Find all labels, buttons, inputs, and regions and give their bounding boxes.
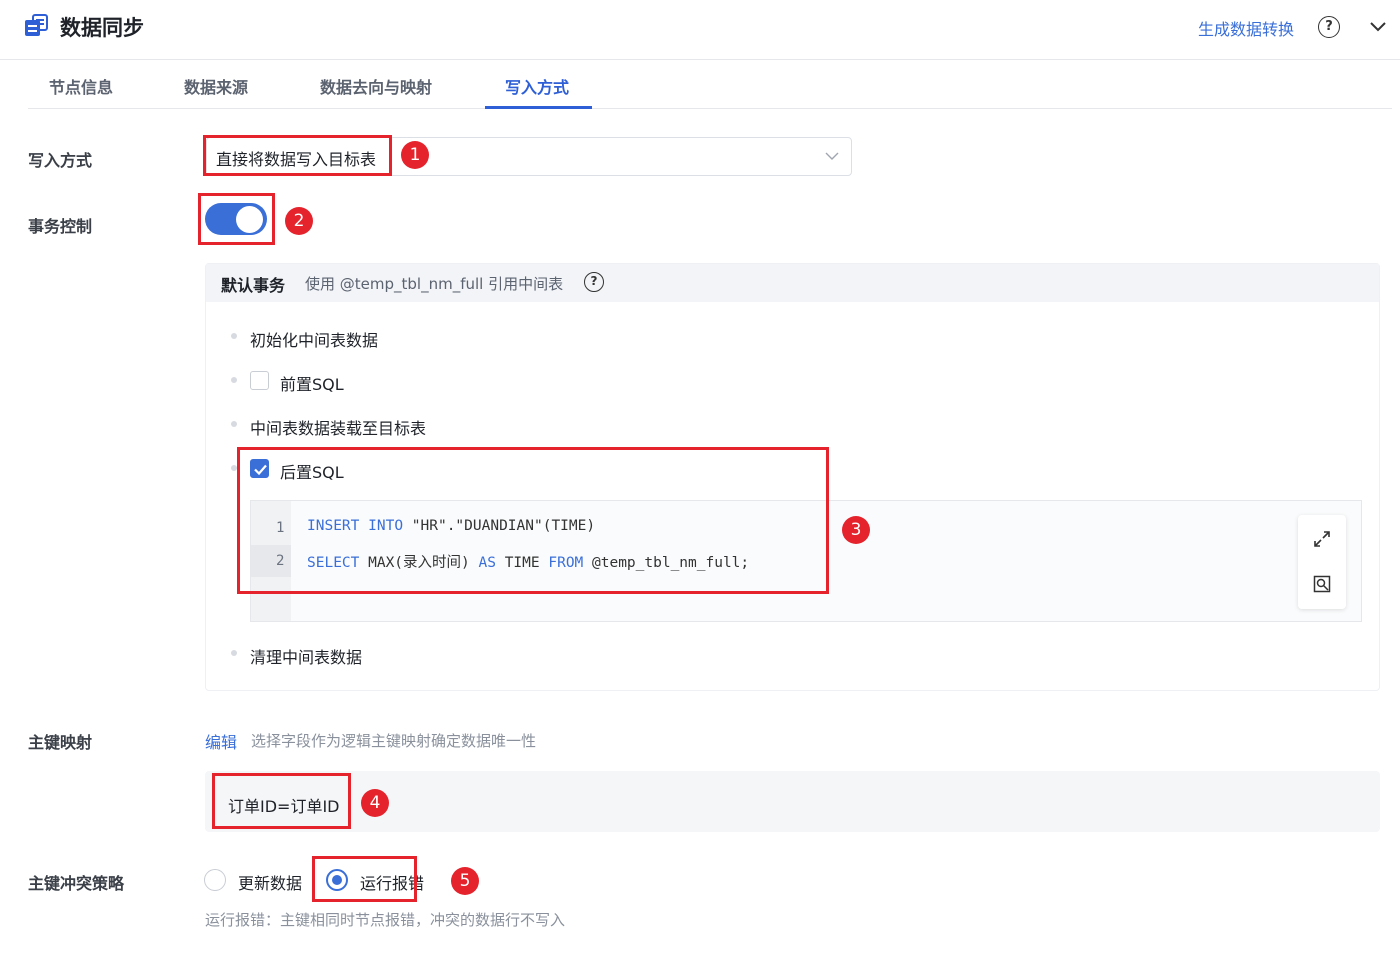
pk-conflict-label: 主键冲突策略 — [28, 874, 125, 893]
help-icon[interactable]: ? — [1318, 16, 1340, 38]
annotation-box-1 — [203, 135, 392, 176]
expand-icon[interactable] — [1312, 529, 1332, 549]
default-transaction-desc: 使用 @temp_tbl_nm_full 引用中间表 — [305, 275, 564, 293]
pk-mapping-desc: 选择字段作为逻辑主键映射确定数据唯一性 — [251, 732, 537, 750]
page-title: 数据同步 — [60, 16, 144, 40]
pk-mapping-label: 主键映射 — [28, 733, 93, 752]
active-tab-indicator — [485, 106, 592, 109]
tab-data-target-mapping[interactable]: 数据去向与映射 — [320, 74, 432, 98]
tabs-divider — [28, 108, 1392, 109]
pk-edit-link[interactable]: 编辑 — [205, 729, 237, 753]
annotation-box-4 — [212, 773, 351, 829]
radio-update-data-label: 更新数据 — [238, 874, 303, 893]
annotation-badge-1: 1 — [401, 141, 429, 169]
chevron-down-icon[interactable] — [1368, 16, 1388, 36]
step-load-target: 中间表数据装载至目标表 — [250, 419, 427, 438]
radio-update-data[interactable] — [204, 869, 226, 891]
annotation-box-2 — [198, 193, 275, 245]
pre-sql-label: 前置SQL — [280, 375, 344, 394]
format-search-icon[interactable] — [1312, 574, 1332, 594]
generate-transform-link[interactable]: 生成数据转换 — [1198, 16, 1294, 40]
transaction-control-label: 事务控制 — [28, 217, 93, 236]
step-dot — [231, 421, 237, 427]
step-init-temp-table: 初始化中间表数据 — [250, 331, 379, 350]
pk-conflict-hint: 运行报错：主键相同时节点报错，冲突的数据行不写入 — [205, 911, 566, 929]
pre-sql-checkbox[interactable] — [250, 371, 269, 390]
annotation-badge-3: 3 — [842, 516, 870, 544]
annotation-badge-4: 4 — [361, 789, 389, 817]
tab-write-mode[interactable]: 写入方式 — [505, 74, 569, 98]
data-sync-icon — [25, 14, 48, 36]
step-dot — [231, 650, 237, 656]
annotation-box-5 — [312, 856, 417, 902]
write-mode-label: 写入方式 — [28, 151, 93, 170]
chevron-down-icon — [825, 152, 839, 160]
tab-data-source[interactable]: 数据来源 — [184, 74, 248, 98]
top-header — [0, 0, 1400, 60]
tab-node-info[interactable]: 节点信息 — [49, 74, 113, 98]
help-icon[interactable]: ? — [584, 272, 604, 292]
step-clean-temp-table: 清理中间表数据 — [250, 648, 363, 667]
default-transaction-title: 默认事务 — [221, 276, 286, 295]
annotation-badge-5: 5 — [451, 867, 479, 895]
step-dot — [231, 333, 237, 339]
annotation-box-3 — [237, 447, 829, 594]
step-dot — [231, 377, 237, 383]
annotation-badge-2: 2 — [285, 207, 313, 235]
